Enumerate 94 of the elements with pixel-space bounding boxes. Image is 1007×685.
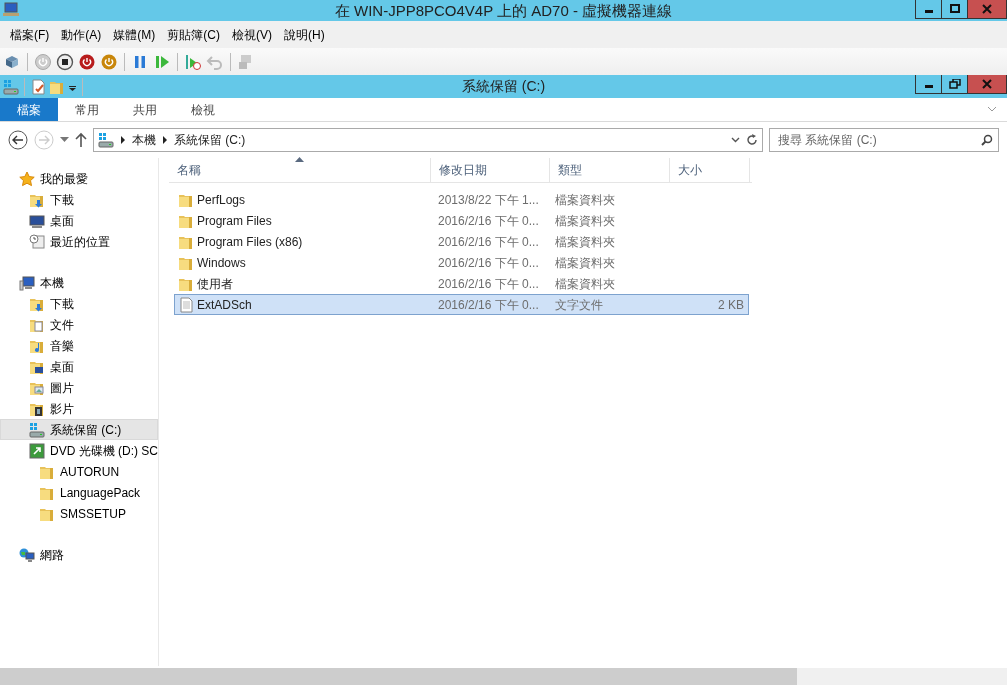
ribbon-tab[interactable]: 常用 [58, 98, 116, 121]
tree-item[interactable]: 我的最愛 [0, 168, 158, 189]
restore-icon [948, 79, 961, 89]
tree-item[interactable]: 影片 [0, 398, 158, 419]
file-row[interactable]: PerfLogs 2013/8/22 下午 1... 檔案資料夾 [174, 189, 749, 210]
file-name: ExtADSch [197, 296, 252, 314]
breadcrumb-item[interactable]: 系統保留 (C:) [174, 131, 246, 149]
file-date: 2013/8/22 下午 1... [437, 191, 540, 209]
drive-icon [98, 132, 114, 148]
close-button[interactable] [967, 75, 1007, 94]
ribbon-tab[interactable]: 共用 [116, 98, 174, 121]
window-title: 系統保留 (C:) [461, 77, 546, 96]
file-name: PerfLogs [197, 191, 246, 209]
network-icon [19, 546, 35, 563]
ribbon-tab[interactable]: 檢視 [174, 98, 232, 121]
monitor-icon [29, 212, 45, 229]
file-type: 檔案資料夾 [554, 275, 616, 293]
tree-item[interactable]: AUTORUN [0, 461, 158, 482]
file-type: 檔案資料夾 [554, 212, 616, 230]
maximize-icon [948, 4, 961, 14]
tree-item[interactable]: 本機 [0, 272, 158, 293]
file-type: 檔案資料夾 [554, 191, 616, 209]
file-row[interactable]: Windows 2016/2/16 下午 0... 檔案資料夾 [174, 252, 749, 273]
column-header[interactable]: 類型 [550, 158, 670, 182]
file-date: 2016/2/16 下午 0... [437, 275, 540, 293]
menu-item[interactable]: 剪貼簿(C) [161, 25, 226, 44]
file-name: 使用者 [197, 275, 233, 293]
file-date: 2016/2/16 下午 0... [437, 233, 540, 251]
breadcrumb-item[interactable]: 本機 [132, 131, 156, 149]
file-row[interactable]: 使用者 2016/2/16 下午 0... 檔案資料夾 [174, 273, 749, 294]
shutdown-icon[interactable] [78, 52, 96, 71]
tree-item[interactable]: LanguagePack [0, 482, 158, 503]
window-title: 在 WIN-JPP8PCO4V4P 上的 AD70 - 虛擬機器連線 [334, 1, 673, 21]
tree-item[interactable]: 網路 [0, 544, 158, 565]
chevron-icon[interactable] [120, 136, 126, 144]
file-name: Program Files (x86) [197, 233, 303, 251]
refresh-icon[interactable] [746, 133, 758, 147]
up-icon[interactable] [75, 132, 87, 148]
search-icon [981, 134, 993, 146]
checkpoint-icon[interactable] [184, 52, 202, 71]
dropdown-icon[interactable] [731, 137, 740, 143]
file-type: 檔案資料夾 [554, 233, 616, 251]
file-type: 檔案資料夾 [554, 254, 616, 272]
text-file-icon [178, 296, 194, 313]
tree-item[interactable]: SMSSETUP [0, 503, 158, 524]
scrollbar-thumb[interactable] [797, 668, 1007, 685]
tree-item[interactable]: 下載 [0, 293, 158, 314]
computer-icon [19, 274, 35, 291]
column-header[interactable]: 大小 [670, 158, 750, 182]
close-button[interactable] [967, 0, 1007, 19]
file-menu-button[interactable]: 檔案 [0, 98, 58, 121]
tree-item[interactable]: 圖片 [0, 377, 158, 398]
star-icon [19, 170, 35, 187]
close-icon [981, 79, 993, 89]
file-row[interactable]: Program Files (x86) 2016/2/16 下午 0... 檔案資料夾 [174, 231, 749, 252]
stop-icon[interactable] [56, 52, 74, 71]
menu-item[interactable]: 動作(A) [55, 25, 108, 44]
expand-ribbon-icon[interactable] [987, 106, 997, 114]
menu-item[interactable]: 說明(H) [278, 25, 331, 44]
drive-icon [3, 78, 19, 95]
file-type: 文字文件 [554, 296, 604, 314]
tree-item[interactable]: 系統保留 (C:) [0, 419, 158, 440]
minimize-button[interactable] [915, 0, 942, 19]
menu-item[interactable]: 媒體(M) [107, 25, 162, 44]
back-icon[interactable] [8, 130, 28, 150]
file-name: Program Files [197, 212, 272, 230]
tree-item[interactable]: 下載 [0, 189, 158, 210]
file-row[interactable]: Program Files 2016/2/16 下午 0... 檔案資料夾 [174, 210, 749, 231]
dropdown-icon[interactable] [60, 137, 69, 143]
menu-item[interactable]: 檢視(V) [226, 25, 278, 44]
scrollbar[interactable] [0, 668, 1007, 685]
properties-icon[interactable] [30, 78, 46, 95]
tree-item[interactable]: 最近的位置 [0, 231, 158, 252]
minimize-button[interactable] [915, 75, 942, 94]
file-date: 2016/2/16 下午 0... [437, 296, 540, 314]
tree-item[interactable]: 文件 [0, 314, 158, 335]
file-size: 2 KB [718, 296, 745, 314]
drive-icon [29, 421, 45, 438]
tree-item[interactable]: DVD 光碟機 (D:) SC [0, 440, 158, 461]
tree-item[interactable]: 桌面 [0, 210, 158, 231]
chevron-icon[interactable] [162, 136, 168, 144]
file-row[interactable]: ExtADSch 2016/2/16 下午 0... 文字文件 2 KB [174, 294, 749, 315]
clock-document-icon [29, 233, 45, 250]
vm-connection-icon [2, 2, 20, 18]
menu-item[interactable]: 檔案(F) [4, 25, 56, 44]
close-icon [981, 4, 993, 14]
tree-item[interactable]: 音樂 [0, 335, 158, 356]
search-field[interactable]: 搜尋 系統保留 (C:) [769, 128, 999, 152]
column-header[interactable]: 修改日期 [431, 158, 550, 182]
file-date: 2016/2/16 下午 0... [437, 254, 540, 272]
restart-icon[interactable] [100, 52, 118, 71]
file-name: Windows [197, 254, 246, 272]
file-date: 2016/2/16 下午 0... [437, 212, 540, 230]
tree-item[interactable]: 桌面 [0, 356, 158, 377]
